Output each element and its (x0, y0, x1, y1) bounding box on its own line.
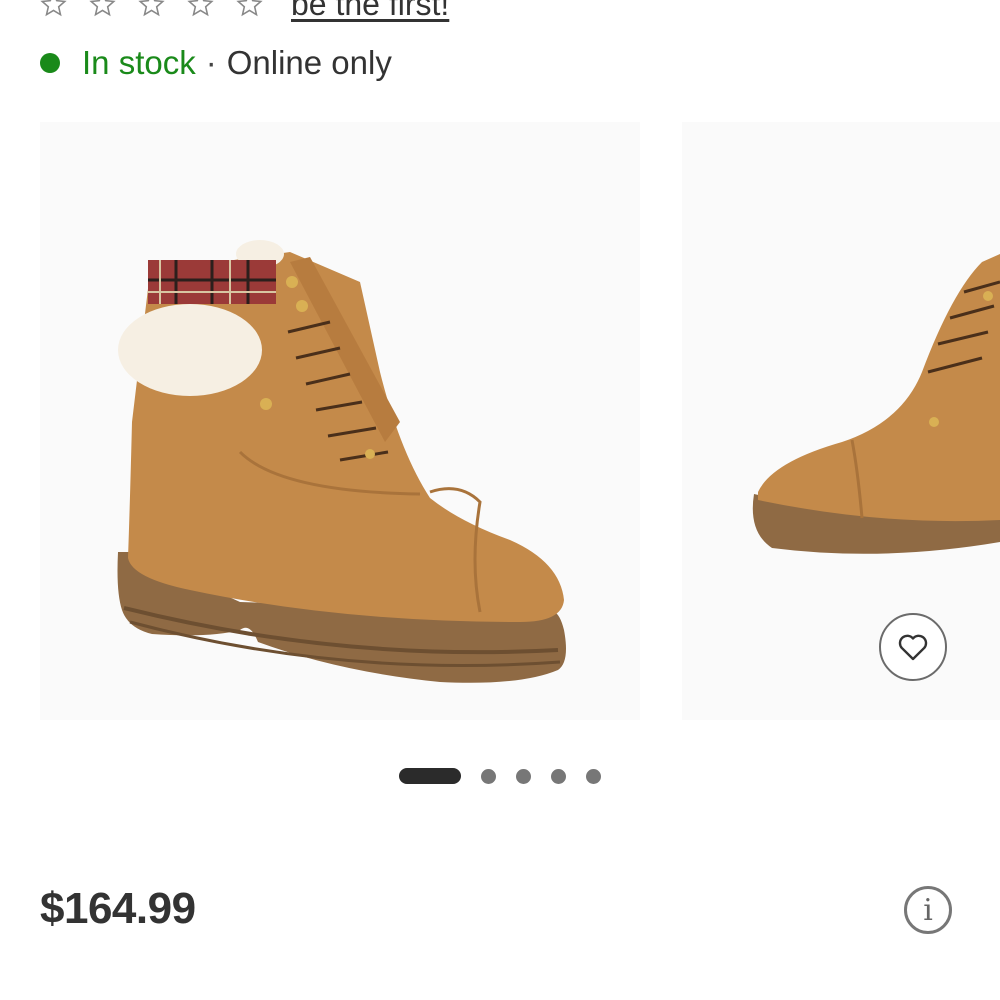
carousel-dot-4[interactable] (551, 768, 566, 784)
product-image-carousel[interactable] (40, 122, 1000, 720)
stock-separator: · (205, 44, 217, 81)
star-empty-icon (89, 0, 116, 16)
product-image-2[interactable] (682, 122, 1000, 720)
favorite-button[interactable] (879, 613, 947, 681)
boot-image (117, 240, 566, 683)
availability-text: Online only (226, 44, 392, 81)
star-rating (40, 0, 263, 18)
carousel-pagination (399, 768, 601, 784)
boot-image (752, 254, 1000, 554)
carousel-dot-2[interactable] (481, 768, 496, 784)
info-icon[interactable]: i (904, 886, 952, 934)
carousel-dot-1[interactable] (399, 768, 461, 784)
star-empty-icon (236, 0, 263, 16)
heart-icon (898, 634, 928, 661)
stock-status: In stock · Online only (40, 44, 392, 82)
star-empty-icon (187, 0, 214, 16)
star-empty-icon (138, 0, 165, 16)
product-image-1[interactable] (40, 122, 640, 720)
carousel-dot-3[interactable] (516, 768, 531, 784)
stock-status-text: In stock (82, 44, 196, 81)
carousel-dot-5[interactable] (586, 768, 601, 784)
rating-row: be the first! (40, 0, 449, 24)
star-empty-icon (40, 0, 67, 16)
write-review-link[interactable]: be the first! (291, 0, 449, 23)
in-stock-dot-icon (40, 53, 60, 73)
product-price: $164.99 (40, 884, 196, 933)
